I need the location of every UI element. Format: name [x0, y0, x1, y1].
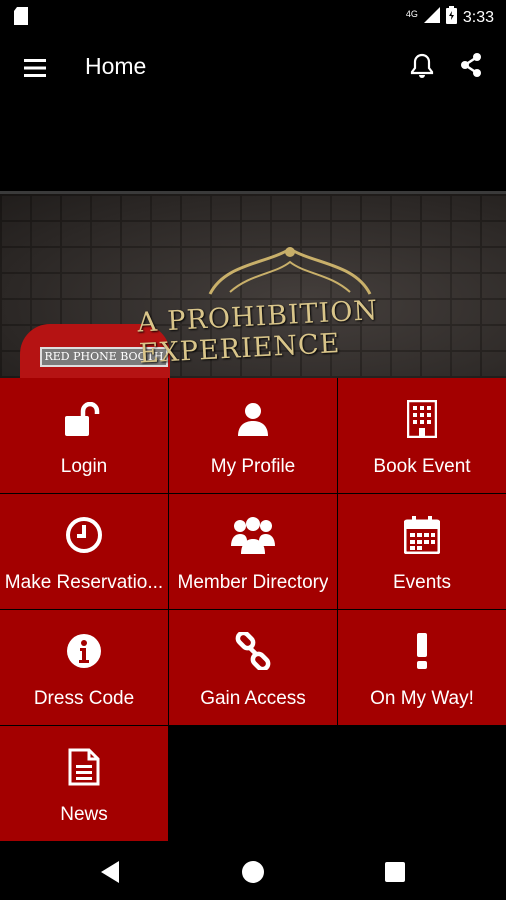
user-icon: [238, 400, 268, 438]
clock-time: 3:33: [462, 8, 494, 26]
tile-book-event[interactable]: Book Event: [338, 378, 506, 493]
tile-member-directory[interactable]: Member Directory: [169, 494, 337, 609]
spacer: [0, 103, 506, 191]
tile-label: Member Directory: [177, 572, 329, 593]
tile-label: Make Reservatio...: [4, 572, 164, 593]
building-icon: [407, 400, 437, 438]
calendar-icon: [404, 516, 440, 554]
recent-apps-button[interactable]: [385, 862, 405, 882]
info-icon: [66, 632, 102, 670]
page-title: Home: [85, 53, 147, 79]
back-button[interactable]: [101, 861, 121, 888]
signal-icon: [423, 7, 440, 28]
tile-news[interactable]: News: [0, 726, 168, 841]
group-icon: [231, 516, 275, 554]
tile-label: News: [60, 804, 108, 825]
tile-events[interactable]: Events: [338, 494, 506, 609]
document-icon: [68, 748, 100, 786]
bell-icon: [410, 53, 434, 78]
tile-make-reservation[interactable]: Make Reservatio...: [0, 494, 168, 609]
tile-label: Gain Access: [200, 688, 306, 709]
link-icon: [234, 632, 272, 670]
tile-label: On My Way!: [370, 688, 474, 709]
unlock-icon: [65, 400, 103, 438]
tile-label: Login: [60, 456, 108, 477]
tile-label: My Profile: [210, 456, 296, 477]
tile-my-profile[interactable]: My Profile: [169, 378, 337, 493]
share-icon: [461, 53, 481, 77]
clock-icon: [66, 516, 102, 554]
network-type: 4G: [405, 8, 418, 19]
share-button[interactable]: [460, 53, 490, 83]
exclamation-icon: [416, 632, 428, 670]
tile-login[interactable]: Login: [0, 378, 168, 493]
sd-card-icon: [14, 7, 28, 30]
hero-banner: RED PHONE BOOTH A PROHIBITION EXPERIENCE: [0, 191, 506, 378]
tile-label: Book Event: [373, 456, 471, 477]
notifications-button[interactable]: [410, 53, 440, 83]
status-bar: 4G 3:33: [0, 0, 506, 33]
tile-dress-code[interactable]: Dress Code: [0, 610, 168, 725]
menu-button[interactable]: [20, 53, 50, 83]
battery-icon: [445, 6, 457, 29]
tile-label: Events: [392, 572, 452, 593]
tile-on-my-way[interactable]: On My Way!: [338, 610, 506, 725]
back-triangle-icon: [101, 861, 119, 883]
system-nav-bar: [0, 843, 506, 900]
ornament-decoration: [208, 247, 372, 295]
tile-label: Dress Code: [33, 688, 135, 709]
tile-gain-access[interactable]: Gain Access: [169, 610, 337, 725]
hamburger-menu-icon: [24, 59, 46, 77]
home-button[interactable]: [242, 861, 264, 883]
app-bar: Home: [0, 33, 506, 103]
